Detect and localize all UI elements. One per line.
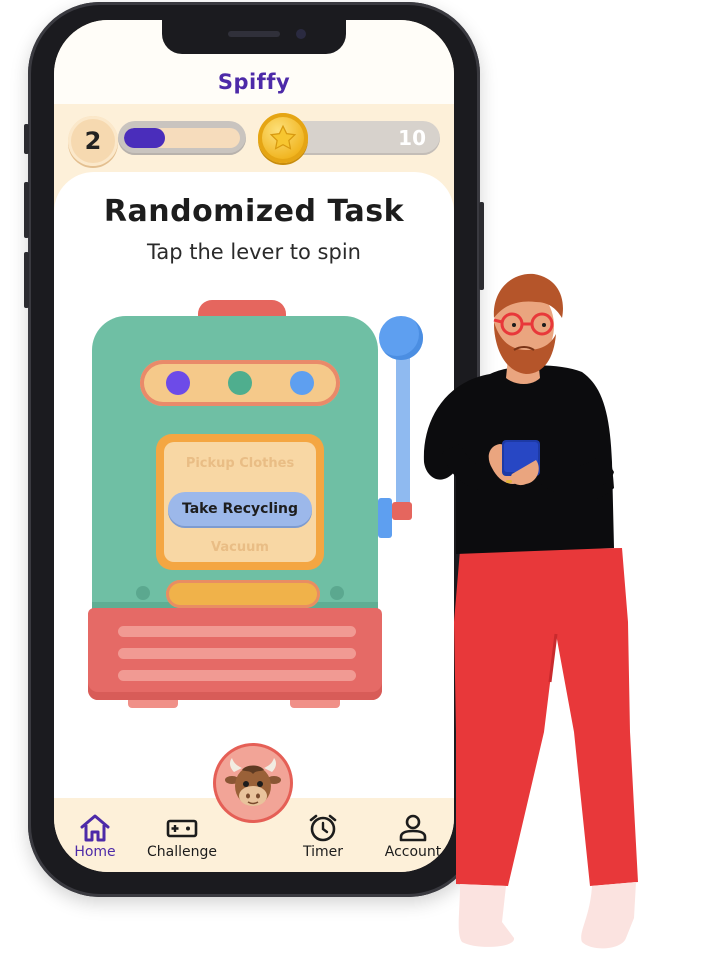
- gamepad-icon: [166, 819, 198, 838]
- vent-line: [118, 670, 356, 681]
- nav-home[interactable]: Home: [66, 812, 124, 860]
- xp-progress-track: [124, 128, 240, 148]
- person-illustration: [423, 273, 638, 949]
- nav-challenge[interactable]: Challenge: [144, 812, 220, 860]
- star-coin-icon: [258, 113, 308, 163]
- slot-bolt-left: [136, 586, 150, 600]
- slot-foot-right: [290, 700, 340, 708]
- lever-mount: [378, 498, 392, 538]
- lever-stick[interactable]: [396, 342, 410, 512]
- lever-base: [392, 502, 412, 520]
- xp-progress-fill: [124, 128, 165, 148]
- alarm-clock-icon: [309, 814, 337, 842]
- reel-window: Pickup Clothes Vacuum Take Recycling: [156, 434, 324, 570]
- reel-item-above: Pickup Clothes: [185, 456, 295, 471]
- slot-tray: [166, 580, 320, 608]
- app-title: Spiffy: [217, 70, 291, 94]
- xp-progress-bar: [118, 121, 246, 155]
- volume-up-button: [24, 182, 29, 238]
- slot-foot-left: [128, 700, 178, 708]
- slot-bolt-right: [330, 586, 344, 600]
- reel-item-below: Vacuum: [211, 540, 269, 555]
- slot-light-bar: [140, 360, 340, 406]
- mute-switch: [24, 124, 29, 154]
- app-screen: Spiffy 2 10 Randomized Task Tap the leve…: [54, 20, 454, 872]
- green-light: [228, 371, 252, 395]
- mascot-center-button[interactable]: [216, 746, 290, 820]
- page-title: Randomized Task: [103, 194, 405, 229]
- phone-notch: [162, 20, 346, 54]
- earpiece-speaker: [228, 31, 280, 37]
- slot-machine-body: Pickup Clothes Vacuum Take Recycling: [92, 316, 378, 616]
- task-reel: Pickup Clothes Vacuum Take Recycling: [164, 442, 316, 562]
- slot-machine-base: [88, 608, 382, 700]
- slot-machine: Pickup Clothes Vacuum Take Recycling: [88, 298, 430, 718]
- blue-light: [290, 371, 314, 395]
- front-camera: [296, 29, 306, 39]
- cow-mascot-icon: [225, 758, 281, 806]
- vent-line: [118, 648, 356, 659]
- nav-timer-label: Timer: [302, 844, 344, 860]
- vent-line: [118, 626, 356, 637]
- nav-timer[interactable]: Timer: [300, 812, 346, 860]
- nav-challenge-label: Challenge: [147, 844, 217, 860]
- coin-count: 10: [398, 126, 426, 150]
- level-badge: 2: [68, 116, 118, 166]
- home-icon: [80, 814, 110, 842]
- page-subtitle: Tap the lever to spin: [147, 240, 361, 264]
- task-card: Randomized Task Tap the lever to spin Pi…: [54, 172, 454, 798]
- volume-down-button: [24, 252, 29, 308]
- nav-home-label: Home: [74, 844, 116, 860]
- selected-task[interactable]: Take Recycling: [168, 492, 312, 526]
- purple-light: [166, 371, 190, 395]
